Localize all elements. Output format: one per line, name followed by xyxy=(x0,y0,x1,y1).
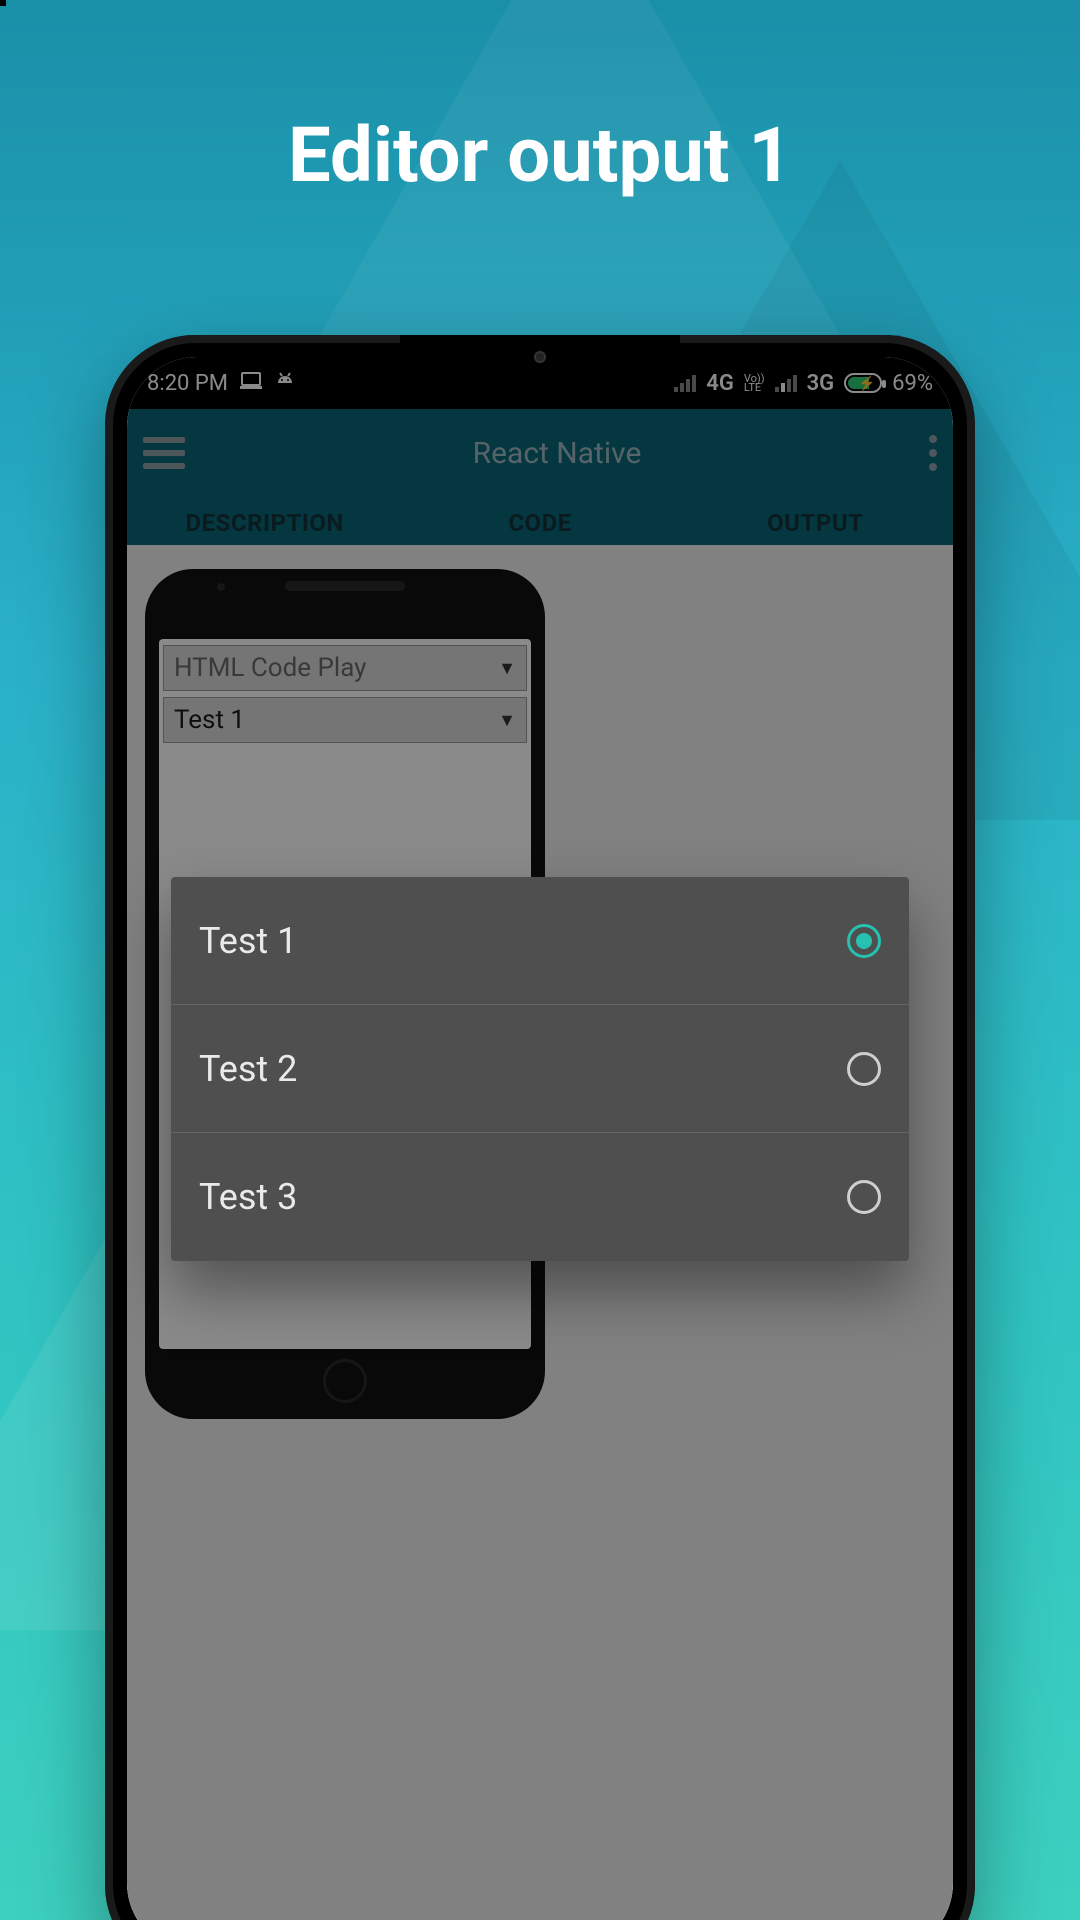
picker-option-3[interactable]: Test 3 xyxy=(171,1133,909,1261)
radio-unselected-icon xyxy=(847,1052,881,1086)
picker-dialog: Test 1 Test 2 Test 3 xyxy=(171,877,909,1261)
radio-unselected-icon xyxy=(847,1180,881,1214)
phone-screen: 8:20 PM 4G Vo)) LTE 3G xyxy=(127,357,953,1920)
phone-mockup: 8:20 PM 4G Vo)) LTE 3G xyxy=(105,335,975,1920)
picker-option-label: Test 3 xyxy=(199,1176,297,1218)
phone-notch xyxy=(400,335,680,375)
picker-option-label: Test 1 xyxy=(199,920,297,962)
picker-option-1[interactable]: Test 1 xyxy=(171,877,909,1005)
page-title: Editor output 1 xyxy=(0,110,1080,200)
promo-background: Editor output 1 8:20 PM xyxy=(0,0,1080,1920)
radio-selected-icon xyxy=(847,924,881,958)
picker-option-label: Test 2 xyxy=(199,1048,297,1090)
picker-option-2[interactable]: Test 2 xyxy=(171,1005,909,1133)
